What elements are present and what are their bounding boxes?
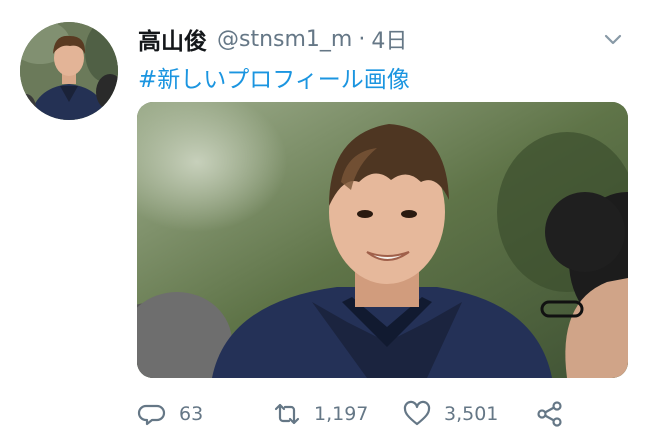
like-count: 3,501 bbox=[444, 403, 499, 425]
reply-icon bbox=[137, 399, 167, 429]
tweet-header: 高山俊 @stnsm1_m · 4日 bbox=[138, 22, 630, 56]
retweet-icon bbox=[272, 399, 302, 429]
share-icon bbox=[535, 399, 565, 429]
hashtag-link[interactable]: #新しいプロフィール画像 bbox=[138, 60, 410, 94]
retweet-count: 1,197 bbox=[314, 403, 369, 425]
retweet-button[interactable]: 1,197 bbox=[272, 394, 368, 434]
tweet-actions: 63 1,197 3,501 bbox=[137, 394, 628, 434]
reply-count: 63 bbox=[179, 403, 204, 425]
avatar[interactable] bbox=[20, 22, 118, 120]
separator-dot: · bbox=[358, 26, 366, 52]
like-button[interactable]: 3,501 bbox=[402, 394, 498, 434]
avatar-photo bbox=[20, 22, 118, 120]
user-handle[interactable]: @stnsm1_m bbox=[217, 27, 352, 52]
tweet-card[interactable]: 高山俊 @stnsm1_m · 4日 #新しいプロフィール画像 63 1,197… bbox=[0, 0, 650, 447]
chevron-down-icon[interactable] bbox=[602, 28, 624, 50]
heart-icon bbox=[402, 399, 432, 429]
reply-button[interactable]: 63 bbox=[137, 394, 203, 434]
share-button[interactable] bbox=[535, 394, 565, 434]
timestamp[interactable]: 4日 bbox=[371, 23, 407, 55]
photo-image bbox=[137, 102, 628, 378]
display-name[interactable]: 高山俊 bbox=[138, 22, 207, 56]
tweet-media-photo[interactable] bbox=[137, 102, 628, 378]
